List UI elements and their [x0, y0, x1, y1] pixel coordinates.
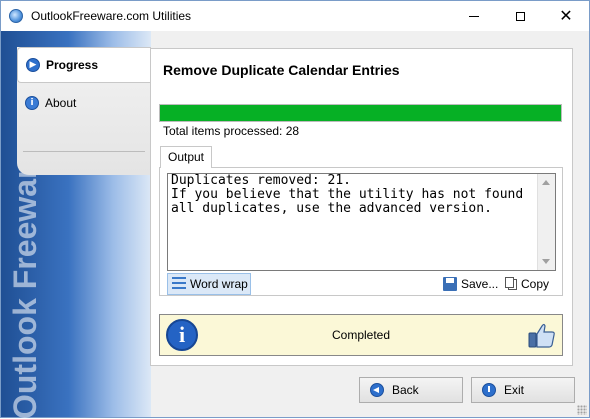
- items-processed-label: Total items processed: 28: [163, 124, 300, 138]
- sidebar-item-label: About: [45, 96, 77, 110]
- maximize-button[interactable]: [497, 1, 543, 31]
- sidebar: Outlook Freeware .com ▶ Progress i About: [1, 31, 151, 419]
- tab-output[interactable]: Output: [160, 146, 212, 168]
- word-wrap-icon: [172, 277, 186, 291]
- close-button[interactable]: ✕: [543, 1, 589, 31]
- sidebar-item-label: Progress: [46, 58, 99, 72]
- progress-fill: [160, 105, 561, 121]
- progress-bar: [159, 104, 562, 122]
- info-icon: i: [25, 96, 39, 110]
- minimize-button[interactable]: [451, 1, 497, 31]
- back-icon: [370, 383, 384, 397]
- power-icon: [482, 383, 496, 397]
- save-disk-icon: [443, 277, 457, 291]
- back-label: Back: [392, 383, 419, 397]
- copy-button[interactable]: Copy: [505, 273, 557, 295]
- window-title: OutlookFreeware.com Utilities: [31, 9, 192, 23]
- sidebar-item-about[interactable]: i About: [17, 85, 151, 121]
- minimize-icon: [469, 15, 479, 17]
- main-panel: Remove Duplicate Calendar Entries Total …: [150, 48, 573, 366]
- word-wrap-label: Word wrap: [190, 277, 248, 291]
- back-button[interactable]: Back: [359, 377, 463, 403]
- page-title: Remove Duplicate Calendar Entries: [163, 62, 400, 78]
- output-textarea[interactable]: Duplicates removed: 21. If you believe t…: [167, 173, 556, 271]
- copy-label: Copy: [521, 277, 550, 291]
- status-text: Completed: [331, 328, 391, 342]
- brand-watermark: Outlook Freeware .com: [7, 65, 43, 419]
- exit-button[interactable]: Exit: [471, 377, 575, 403]
- play-icon: ▶: [26, 58, 40, 72]
- app-window: OutlookFreeware.com Utilities ✕ Outlook …: [0, 0, 590, 419]
- title-bar[interactable]: OutlookFreeware.com Utilities ✕: [1, 1, 589, 31]
- thumbs-up-icon: [528, 323, 555, 348]
- vertical-scrollbar[interactable]: [537, 174, 555, 270]
- save-label: Save...: [461, 277, 499, 291]
- sidebar-item-progress[interactable]: ▶ Progress: [17, 47, 151, 83]
- copy-icon: [505, 276, 517, 290]
- output-text: Duplicates removed: 21. If you believe t…: [171, 173, 524, 216]
- app-icon: [9, 9, 23, 23]
- word-wrap-toggle[interactable]: Word wrap: [167, 273, 251, 295]
- scroll-up-icon[interactable]: [542, 180, 550, 185]
- maximize-icon: [515, 11, 525, 21]
- status-box: i Completed: [159, 314, 563, 356]
- exit-label: Exit: [504, 383, 525, 397]
- scroll-down-icon[interactable]: [542, 259, 550, 264]
- save-button[interactable]: Save...: [443, 273, 501, 295]
- resize-grip[interactable]: [577, 405, 587, 415]
- sidebar-divider: [23, 151, 145, 152]
- close-icon: ✕: [559, 6, 573, 25]
